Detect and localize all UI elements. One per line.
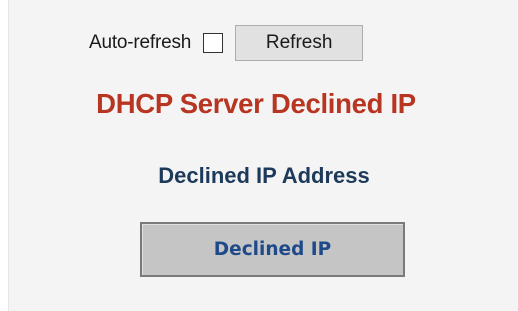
page-title: DHCP Server Declined IP [96, 88, 416, 119]
section-heading: Declined IP Address [158, 163, 370, 188]
table-header-declined-ip: Declined IP [140, 222, 405, 277]
auto-refresh-checkbox[interactable] [203, 33, 224, 53]
refresh-button[interactable]: Refresh [235, 25, 364, 61]
refresh-toolbar: Auto-refresh Refresh [89, 25, 364, 61]
auto-refresh-label: Auto-refresh [89, 32, 192, 53]
content-panel: Auto-refresh Refresh DHCP Server Decline… [8, 0, 518, 311]
